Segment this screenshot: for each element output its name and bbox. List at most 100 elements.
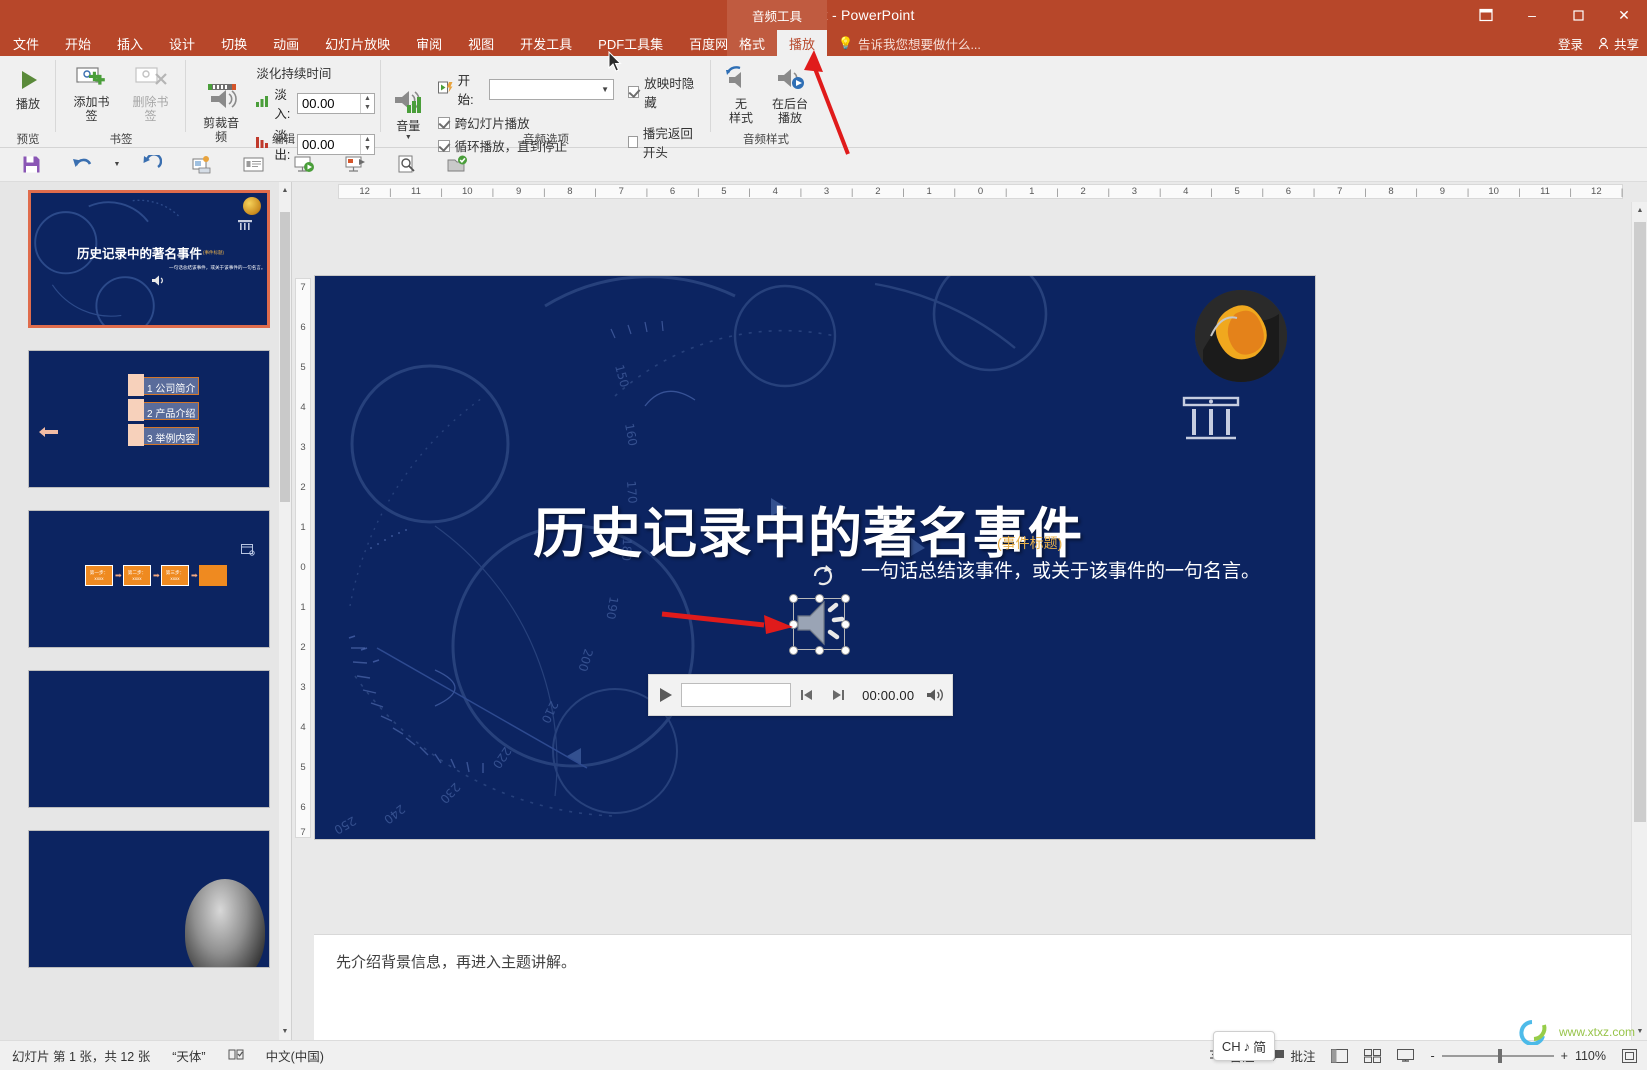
scroll-down-arrow[interactable]: ▼ — [1632, 1023, 1647, 1040]
slide-thumbnail-5[interactable]: 5 — [28, 830, 270, 968]
scroll-up-arrow[interactable]: ▲ — [279, 182, 291, 199]
scroll-up-arrow[interactable]: ▲ — [1632, 202, 1647, 219]
checkbox-hide-during-show[interactable]: 放映时隐藏 — [627, 73, 705, 111]
no-style-button[interactable]: 无 样式 — [717, 63, 765, 128]
selection-handle-nw[interactable] — [789, 594, 798, 603]
current-slide[interactable]: 150 160 170 180 190 200 210 220 230 240 … — [315, 276, 1315, 839]
sign-in-link[interactable]: 登录 — [1558, 34, 1583, 53]
hruler-minor-tick: | — [1312, 186, 1316, 197]
tab-format[interactable]: 格式 — [727, 30, 777, 56]
checkbox-box[interactable] — [437, 116, 450, 129]
redo-icon[interactable] — [126, 150, 177, 180]
thumbnail-scrollbar[interactable]: ▲ ▼ — [279, 182, 291, 1040]
music-note-icon: ♪ — [1243, 1038, 1251, 1054]
comments-button[interactable]: 批注 — [1270, 1046, 1315, 1065]
ribbon-display-options-icon[interactable] — [1463, 0, 1509, 30]
add-bookmark-button[interactable]: 添加书签 — [62, 63, 121, 126]
fade-in-spin-arrows[interactable]: ▲ ▼ — [360, 93, 374, 113]
selection-handle-sw[interactable] — [789, 646, 798, 655]
thumbnail-scroll-thumb[interactable] — [280, 212, 290, 502]
start-label: 开始: — [457, 74, 474, 107]
spellcheck-icon[interactable] — [228, 1048, 244, 1064]
slide-vertical-scrollbar[interactable]: ▲ ▼ — [1631, 202, 1647, 1040]
fit-to-window-button[interactable] — [1622, 1048, 1637, 1063]
slide-thumbnail-3[interactable]: 3 第一步： xxxx ➡ 第二步： xxxx ➡ 第三步： xxxx ➡ — [28, 510, 270, 648]
view-reading-button[interactable] — [1397, 1048, 1415, 1063]
save-icon[interactable] — [6, 150, 57, 180]
zoom-level-label[interactable]: 110% — [1575, 1049, 1606, 1063]
start-combo[interactable]: ▼ — [488, 78, 614, 100]
tab-pdf-tools[interactable]: PDF工具集 — [585, 30, 676, 56]
close-button[interactable]: ✕ — [1601, 0, 1647, 30]
fade-in-input[interactable] — [298, 93, 360, 113]
view-sorter-button[interactable] — [1364, 1048, 1382, 1063]
hruler-minor-tick: | — [389, 186, 392, 197]
ribbon-group-editing: 剪裁音频 淡化持续时间 淡入: ▲▼ — [186, 56, 381, 162]
checkbox-box[interactable] — [627, 86, 640, 98]
player-step-forward-button[interactable] — [822, 688, 854, 702]
scroll-thumb[interactable] — [1634, 222, 1646, 822]
language-label[interactable]: 中文(中国) — [266, 1046, 324, 1065]
selection-handle-e[interactable] — [841, 620, 850, 629]
slide-count-label[interactable]: 幻灯片 第 1 张，共 12 张 — [12, 1046, 150, 1065]
notes-text[interactable]: 先介绍背景信息，再进入主题讲解。 — [336, 954, 576, 971]
chevron-down-icon[interactable]: ▼ — [598, 85, 613, 94]
tab-playback[interactable]: 播放 — [777, 30, 828, 56]
scroll-down-arrow[interactable]: ▼ — [279, 1023, 291, 1040]
hruler-minor-tick: | — [1056, 186, 1059, 197]
tab-transitions[interactable]: 切换 — [208, 30, 260, 56]
tab-animations[interactable]: 动画 — [260, 30, 312, 56]
agenda-accent-3 — [128, 424, 144, 446]
hruler-minor-tick: | — [697, 186, 700, 197]
player-progress-bar[interactable] — [680, 683, 791, 707]
selection-handle-n[interactable] — [815, 594, 824, 603]
tab-review[interactable]: 审阅 — [403, 30, 455, 56]
tab-insert[interactable]: 插入 — [104, 30, 156, 56]
hruler-minor-tick: | — [1107, 186, 1110, 197]
selection-handle-s[interactable] — [815, 646, 824, 655]
slide-title-tag[interactable]: (事件标题) — [997, 533, 1062, 553]
hruler-tick: 10 — [1488, 186, 1499, 197]
tab-developer[interactable]: 开发工具 — [507, 30, 585, 56]
slide-photo[interactable] — [1195, 290, 1287, 382]
player-step-backward-button[interactable] — [791, 688, 823, 702]
theme-label[interactable]: “天体” — [172, 1046, 205, 1065]
slide-thumbnail-4[interactable]: 4 — [28, 670, 270, 808]
minimize-button[interactable]: – — [1509, 0, 1555, 30]
play-button[interactable]: 播放 — [6, 65, 50, 114]
group-label-bookmarks: 书签 — [109, 134, 133, 146]
selection-handle-w[interactable] — [789, 620, 798, 629]
checkbox-play-across-slides[interactable]: 跨幻灯片播放 — [437, 113, 614, 132]
undo-dropdown-icon[interactable]: ▼ — [108, 150, 126, 180]
audio-player-bar[interactable]: 00:00.00 — [648, 674, 953, 716]
play-in-background-button[interactable]: 在后台 播放 — [765, 63, 815, 128]
player-play-button[interactable] — [649, 686, 681, 704]
tab-design[interactable]: 设计 — [156, 30, 208, 56]
slide-thumbnail-2[interactable]: 2 1 公司简介 2 产品介绍 3 举例内容 — [28, 350, 270, 488]
agenda-label-1: 1 公司简介 — [147, 384, 196, 395]
zoom-out-button[interactable]: - — [1430, 1049, 1434, 1063]
tell-me-search[interactable]: 💡 告诉我您想要做什么... — [838, 30, 981, 56]
ime-mode: 简 — [1253, 1039, 1267, 1055]
slide-body-text[interactable]: 一句话总结该事件，或关于该事件的一句名言。 — [861, 556, 1260, 583]
rotate-handle-icon[interactable] — [811, 564, 833, 592]
notes-pane[interactable]: 先介绍背景信息，再进入主题讲解。 — [314, 934, 1631, 1040]
zoom-slider[interactable]: - + 110% — [1430, 1048, 1606, 1063]
fade-in-spinner[interactable]: ▲▼ — [297, 92, 375, 114]
ime-indicator[interactable]: CH ♪ 简 — [1213, 1031, 1275, 1061]
undo-icon[interactable] — [57, 150, 108, 180]
tab-home[interactable]: 开始 — [52, 30, 104, 56]
zoom-knob[interactable] — [1497, 1048, 1502, 1063]
tab-file[interactable]: 文件 — [0, 30, 53, 56]
tab-slideshow[interactable]: 幻灯片放映 — [312, 30, 403, 56]
restore-button[interactable] — [1555, 0, 1601, 30]
slide-thumbnail-1[interactable]: 1 历史记录中的著名事件 (事件标题) 一句话总结该事件，或关于该事件的一句名言… — [28, 190, 270, 328]
view-normal-button[interactable] — [1331, 1048, 1349, 1063]
selection-handle-ne[interactable] — [841, 594, 850, 603]
player-volume-button[interactable] — [920, 687, 952, 703]
zoom-track[interactable] — [1441, 1048, 1554, 1063]
tab-view[interactable]: 视图 — [455, 30, 507, 56]
share-button[interactable]: 共享 — [1597, 34, 1639, 53]
selection-handle-se[interactable] — [841, 646, 850, 655]
zoom-in-button[interactable]: + — [1561, 1049, 1568, 1063]
